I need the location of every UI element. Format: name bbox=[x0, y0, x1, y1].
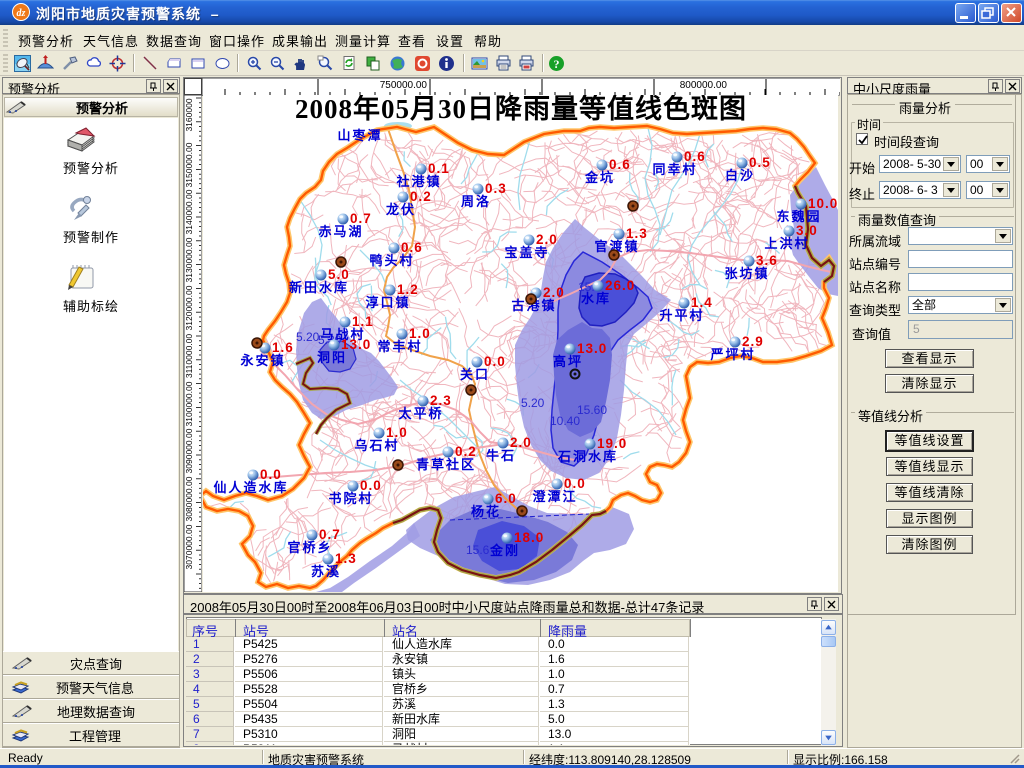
svg-text:5.20: 5.20 bbox=[296, 330, 320, 344]
svg-text:山枣潭: 山枣潭 bbox=[337, 128, 382, 143]
svg-text:金刚: 金刚 bbox=[489, 543, 520, 558]
svg-text:赤马湖: 赤马湖 bbox=[318, 224, 363, 239]
svg-text:鸭头村: 鸭头村 bbox=[369, 253, 414, 268]
svg-text:3150000.00: 3150000.00 bbox=[184, 142, 194, 187]
svg-text:洞阳: 洞阳 bbox=[317, 350, 347, 365]
svg-text:青草社区: 青草社区 bbox=[416, 457, 476, 472]
svg-text:升平村: 升平村 bbox=[659, 308, 704, 323]
svg-text:关口: 关口 bbox=[460, 367, 490, 382]
svg-text:严坪村: 严坪村 bbox=[709, 347, 755, 362]
svg-text:dz: dz bbox=[17, 8, 26, 19]
svg-text:张坊镇: 张坊镇 bbox=[724, 266, 769, 281]
svg-text:金坑: 金坑 bbox=[584, 170, 615, 185]
svg-text:杨花: 杨花 bbox=[471, 504, 501, 519]
svg-text:淳口镇: 淳口镇 bbox=[365, 295, 410, 310]
svg-text:3130000.00: 3130000.00 bbox=[184, 237, 194, 282]
svg-text:新田水库: 新田水库 bbox=[289, 280, 349, 295]
svg-text:水库: 水库 bbox=[581, 291, 611, 306]
svg-text:永安镇: 永安镇 bbox=[239, 353, 285, 368]
svg-text:澄潭江: 澄潭江 bbox=[532, 489, 577, 504]
svg-text:5.20: 5.20 bbox=[521, 396, 545, 410]
svg-text:750000.00: 750000.00 bbox=[380, 80, 428, 91]
svg-text:东魏园: 东魏园 bbox=[776, 209, 821, 224]
svg-text:社港镇: 社港镇 bbox=[395, 174, 441, 189]
svg-text:3070000.00: 3070000.00 bbox=[184, 524, 194, 569]
svg-text:书院村: 书院村 bbox=[328, 491, 373, 506]
svg-text:3100000.00: 3100000.00 bbox=[184, 381, 194, 426]
svg-text:3080000.00: 3080000.00 bbox=[184, 476, 194, 521]
svg-text:2008年05月30日降雨量等值线色斑图: 2008年05月30日降雨量等值线色斑图 bbox=[295, 95, 747, 124]
svg-text:15.6: 15.6 bbox=[466, 543, 490, 557]
svg-text:3090000.00: 3090000.00 bbox=[184, 428, 194, 473]
svg-text:3120000.00: 3120000.00 bbox=[184, 285, 194, 330]
svg-text:官桥乡: 官桥乡 bbox=[287, 540, 332, 555]
svg-text:10.40: 10.40 bbox=[550, 414, 580, 428]
svg-text:同幸村: 同幸村 bbox=[652, 162, 697, 177]
svg-text:3110000.00: 3110000.00 bbox=[184, 334, 194, 379]
svg-text:高坪: 高坪 bbox=[553, 354, 583, 369]
svg-text:乌石村: 乌石村 bbox=[354, 438, 399, 453]
svg-text:3160000: 3160000 bbox=[184, 98, 194, 131]
svg-text:常丰村: 常丰村 bbox=[377, 339, 422, 354]
svg-text:15.60: 15.60 bbox=[577, 403, 607, 417]
svg-text:仙人造水库: 仙人造水库 bbox=[213, 480, 288, 495]
svg-text:龙伏: 龙伏 bbox=[386, 202, 416, 217]
svg-text:3140000.00: 3140000.00 bbox=[184, 189, 194, 234]
svg-text:牛石: 牛石 bbox=[486, 448, 516, 463]
svg-text:苏溪: 苏溪 bbox=[311, 564, 341, 579]
svg-text:?: ? bbox=[554, 57, 560, 71]
svg-text:白沙: 白沙 bbox=[725, 168, 755, 183]
svg-text:上洪村: 上洪村 bbox=[764, 236, 809, 251]
svg-text:石洞水库: 石洞水库 bbox=[557, 449, 618, 464]
svg-text:周洛: 周洛 bbox=[461, 194, 491, 209]
svg-text:宝盖寺: 宝盖寺 bbox=[504, 245, 549, 260]
svg-text:800000.00: 800000.00 bbox=[680, 80, 728, 91]
svg-text:太平桥: 太平桥 bbox=[397, 406, 443, 421]
